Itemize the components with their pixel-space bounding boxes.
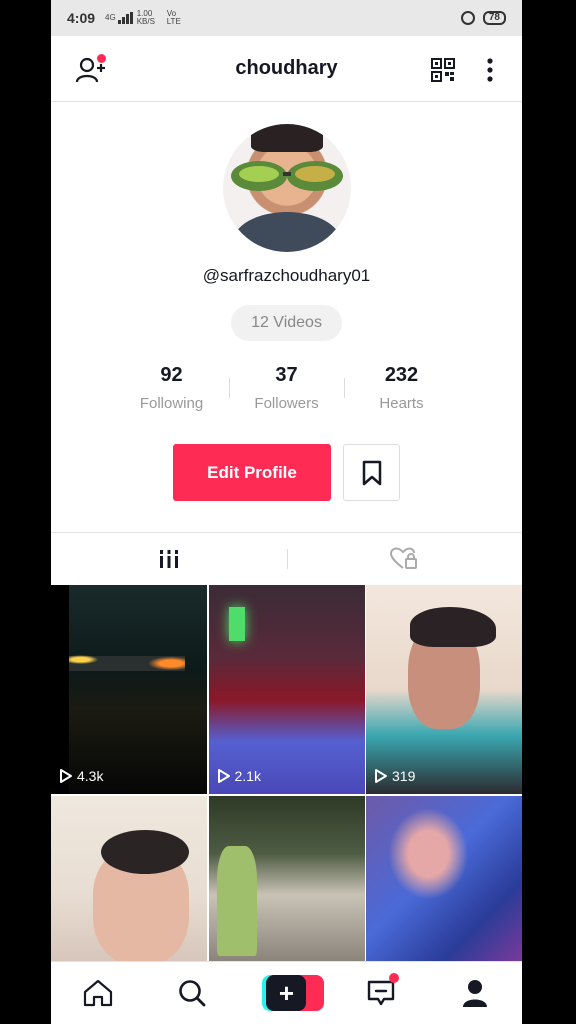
- video-thumbnail[interactable]: [208, 796, 365, 961]
- play-icon: [217, 769, 230, 783]
- video-thumbnail[interactable]: 4.3k: [51, 585, 207, 794]
- nav-home[interactable]: [78, 973, 118, 1013]
- stat-following[interactable]: 92 Following: [114, 364, 229, 420]
- profile-header: choudhary: [51, 36, 522, 102]
- volte-indicator: Vo LTE: [166, 9, 181, 26]
- stat-hearts[interactable]: 232 Hearts: [344, 364, 459, 420]
- nav-inbox[interactable]: [361, 973, 401, 1013]
- tab-liked[interactable]: [286, 533, 523, 584]
- video-thumbnail[interactable]: 319: [366, 585, 522, 794]
- videos-count-badge: 12 Videos: [231, 305, 342, 341]
- profile-username: @sarfrazchoudhary01: [202, 266, 371, 285]
- notification-dot: [97, 54, 106, 63]
- nav-discover[interactable]: [172, 973, 212, 1013]
- profile-tabs: [51, 532, 522, 584]
- edit-profile-button[interactable]: Edit Profile: [173, 444, 331, 501]
- play-icon: [60, 769, 72, 783]
- bottom-navigation: +: [51, 961, 522, 1024]
- tab-videos[interactable]: [51, 533, 287, 584]
- avatar[interactable]: [223, 124, 351, 252]
- video-thumbnail[interactable]: 2.1k: [208, 585, 365, 794]
- status-time: 4:09: [67, 10, 96, 26]
- video-thumbnail[interactable]: [366, 796, 522, 961]
- liked-lock-icon: [390, 546, 418, 569]
- favorites-button[interactable]: [343, 444, 400, 501]
- home-icon: [83, 979, 113, 1007]
- grid-icon: [159, 549, 178, 568]
- bookmark-icon: [362, 460, 381, 485]
- inbox-notification-dot: [388, 973, 399, 983]
- stat-label: Following: [139, 395, 204, 412]
- signal-icon: [117, 12, 133, 24]
- stat-label: Hearts: [379, 395, 424, 412]
- view-count: 319: [374, 768, 415, 784]
- plus-icon: +: [278, 978, 295, 1008]
- stat-value: 92: [160, 364, 183, 386]
- battery-indicator: 78: [482, 11, 506, 25]
- profile-stats: 92 Following 37 Followers 232 Hearts: [114, 364, 459, 420]
- app-screen: 4:09 4G 1.00 KB/S Vo LTE 78 choudhary @s…: [51, 0, 522, 1024]
- search-icon: [179, 980, 206, 1007]
- page-title: choudhary: [235, 57, 338, 79]
- create-button[interactable]: +: [262, 975, 325, 1011]
- qr-code-icon[interactable]: [431, 58, 455, 82]
- stat-value: 37: [275, 364, 298, 386]
- status-bar: 4:09 4G 1.00 KB/S Vo LTE 78: [51, 0, 522, 36]
- stat-value: 232: [384, 364, 419, 386]
- video-thumbnail[interactable]: [51, 796, 207, 961]
- sunglasses-graphic: [231, 161, 343, 191]
- nav-create[interactable]: +: [262, 973, 325, 1013]
- more-vertical-icon[interactable]: [481, 56, 499, 84]
- nav-profile[interactable]: [455, 973, 495, 1013]
- stat-label: Followers: [254, 395, 319, 412]
- view-count: 2.1k: [217, 768, 261, 784]
- view-count: 4.3k: [59, 768, 103, 784]
- network-indicator: 4G: [105, 13, 116, 22]
- video-grid: 4.3k 2.1k 319: [51, 585, 522, 961]
- network-speed: 1.00 KB/S: [136, 9, 155, 26]
- play-icon: [375, 769, 387, 783]
- rotation-lock-icon: [460, 11, 475, 25]
- profile-icon: [462, 980, 487, 1007]
- stat-followers[interactable]: 37 Followers: [229, 364, 344, 420]
